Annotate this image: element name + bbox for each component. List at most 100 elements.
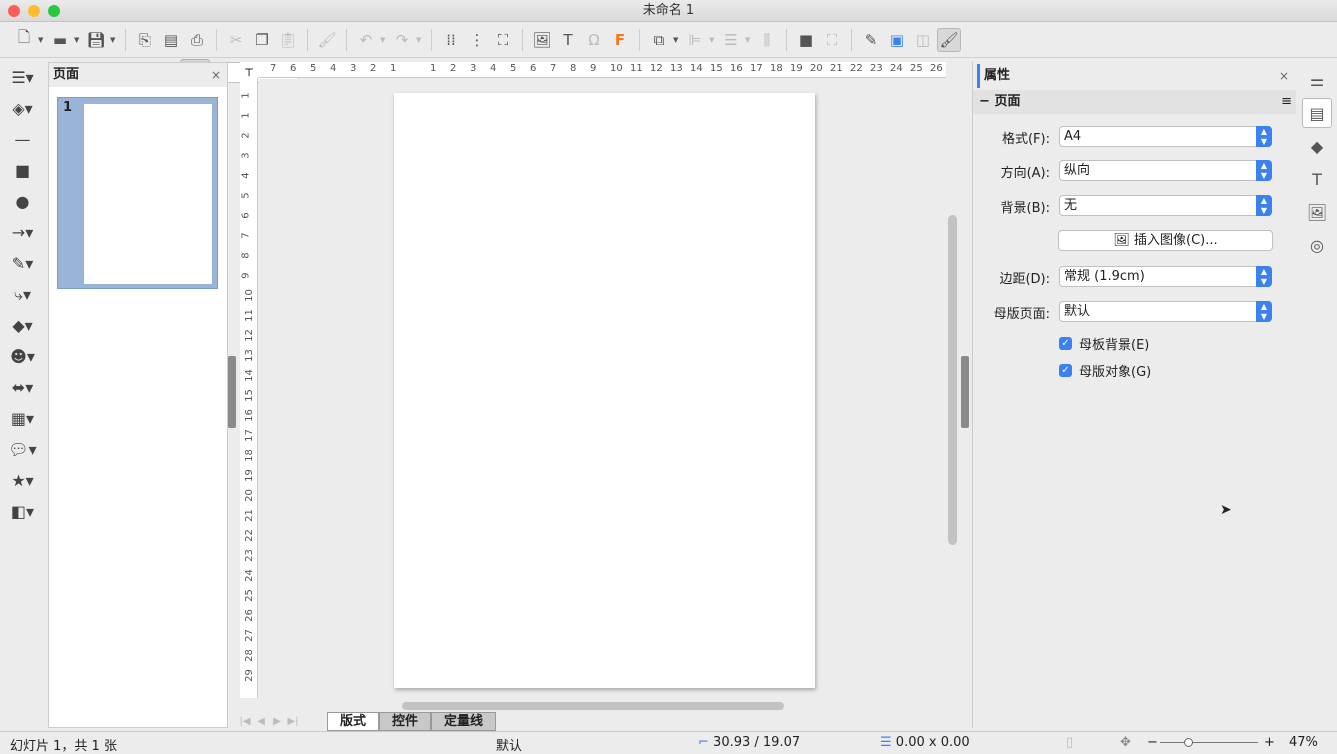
horizontal-ruler[interactable]: 7 6 5 4 3 2 1 1 2 3 4 5 6 7 8 9 10 11 12 13 14 15 16 17 18 19 20 21…	[258, 62, 946, 78]
close-sidebar-button[interactable]: ×	[1279, 64, 1289, 88]
minimize-window-button[interactable]	[28, 5, 40, 17]
first-tab-button[interactable]: |◀	[237, 716, 253, 727]
zoom-out-button[interactable]: −	[1147, 735, 1158, 750]
insert-image-icon[interactable]: 🖼︎	[530, 28, 554, 52]
margins-select[interactable]: 常规 (1.9cm) ▲ ▼	[1059, 266, 1272, 287]
properties-deck-icon[interactable]: ▤	[1302, 98, 1332, 128]
open-icon[interactable]: ▬	[48, 28, 72, 52]
vertical-ruler[interactable]: 1 1 2 3 4 5 6 7 8 9 10 11 12 13 14 15 16 17 18 19 20 21 22 23 24…	[240, 78, 258, 698]
ruler-origin[interactable]: ┬	[240, 62, 258, 78]
special-character-icon[interactable]: Ω	[582, 28, 606, 52]
drawing-page[interactable]	[394, 93, 815, 688]
print-icon[interactable]: ⎙	[185, 28, 209, 52]
master-objects-checkbox[interactable]: ✓ 母版对象(G)	[1059, 361, 1151, 380]
select-arrows-icon: ▲ ▼	[1256, 160, 1272, 181]
distribute-icon[interactable]: ⫼	[755, 28, 779, 52]
basic-shapes-icon[interactable]: ◆▾	[0, 310, 45, 341]
next-tab-button[interactable]: ▶	[269, 716, 285, 727]
align-icon[interactable]: ⊫	[683, 28, 707, 52]
select-arrows-icon: ▲ ▼	[1256, 126, 1272, 147]
line-icon[interactable]: —	[0, 124, 45, 155]
curve-icon[interactable]: ✎▾	[0, 248, 45, 279]
prev-tab-button[interactable]: ◀	[253, 716, 269, 727]
crop-icon[interactable]: ⛶	[820, 28, 844, 52]
close-pages-panel-button[interactable]: ×	[211, 63, 221, 87]
new-document-icon[interactable]: 🗋	[12, 28, 36, 52]
fit-slide-icon[interactable]: ✥	[1120, 735, 1131, 750]
grid-icon[interactable]: ⁞⁞	[439, 28, 463, 52]
tab-dimension-lines[interactable]: 定量线	[431, 711, 497, 731]
section-menu-icon[interactable]: ≡	[1281, 90, 1292, 114]
vertical-scrollbar[interactable]	[948, 215, 957, 545]
settings-sliders-icon[interactable]: ⚌	[1302, 65, 1332, 95]
line-color-icon[interactable]: ☰▾	[0, 62, 45, 93]
ruler-tick-label: 6	[240, 212, 252, 219]
sidebar-collapse-handle[interactable]	[961, 356, 969, 428]
import-icon[interactable]: ⎘	[133, 28, 157, 52]
zoom-percentage[interactable]: 47%	[1289, 735, 1318, 750]
last-tab-button[interactable]: ▶|	[285, 716, 301, 727]
shapes-deck-icon[interactable]: ◆	[1302, 131, 1332, 161]
zoom-slider-knob[interactable]	[1184, 738, 1194, 747]
3d-objects-icon[interactable]: ◧▾	[0, 496, 45, 527]
master-page-select[interactable]: 默认 ▲ ▼	[1059, 301, 1272, 322]
orientation-select[interactable]: 纵向 ▲ ▼	[1059, 160, 1272, 181]
master-background-checkbox[interactable]: ✓ 母板背景(E)	[1059, 334, 1149, 353]
page-section-header[interactable]: − 页面 ≡	[973, 90, 1296, 114]
helplines-icon[interactable]: ⋮	[465, 28, 489, 52]
save-dropdown[interactable]: ▼	[110, 36, 118, 44]
ruler-tick-label: 7	[240, 232, 252, 239]
collapse-icon[interactable]: −	[979, 94, 990, 109]
ruler-tick-label: 5	[310, 63, 317, 74]
format-select[interactable]: A4 ▲ ▼	[1059, 126, 1272, 147]
fontwork-icon[interactable]: F	[608, 28, 632, 52]
styles-deck-icon[interactable]: T	[1302, 164, 1332, 194]
gallery-deck-icon[interactable]: 🖼︎	[1302, 197, 1332, 227]
zoom-page-icon[interactable]: ⛶	[491, 28, 515, 52]
redo-icon[interactable]: ↷	[390, 28, 414, 52]
extrusion-icon[interactable]: ◫	[911, 28, 935, 52]
arrow-line-icon[interactable]: →▾	[0, 217, 45, 248]
horizontal-scrollbar[interactable]	[402, 702, 784, 710]
open-dropdown[interactable]: ▼	[74, 36, 82, 44]
callouts-icon[interactable]: 💬︎▾	[0, 434, 45, 465]
tab-layout[interactable]: 版式	[327, 711, 380, 731]
document-modified-icon[interactable]: ▯	[1066, 735, 1073, 750]
fill-color-icon[interactable]: ◈▾	[0, 93, 45, 124]
save-icon[interactable]: 💾︎	[84, 28, 108, 52]
ruler-tick-label: 7	[550, 63, 557, 74]
shadow-icon[interactable]: ■	[794, 28, 818, 52]
left-panel-collapse-handle[interactable]	[228, 356, 236, 428]
maximize-window-button[interactable]	[48, 5, 60, 17]
insert-image-button[interactable]: 🖼︎ 插入图像(C)...	[1058, 230, 1273, 251]
zoom-in-button[interactable]: +	[1264, 735, 1275, 750]
ruler-tick-label: 21	[243, 509, 255, 522]
paste-icon[interactable]: 📋︎	[276, 28, 300, 52]
ruler-tick-label: 22	[243, 529, 255, 542]
cut-icon[interactable]: ✂	[224, 28, 248, 52]
undo-icon[interactable]: ↶	[354, 28, 378, 52]
export-pdf-icon[interactable]: ▤	[159, 28, 183, 52]
page-thumbnail[interactable]: 1	[57, 97, 218, 289]
ellipse-icon[interactable]: ●	[0, 186, 45, 217]
rectangle-icon[interactable]: ■	[0, 155, 45, 186]
zoom-slider[interactable]	[1160, 738, 1258, 747]
draw-functions-icon[interactable]: 🖌︎	[937, 27, 961, 52]
copy-icon[interactable]: ❐	[250, 28, 274, 52]
point-edit-icon[interactable]: ▣	[885, 28, 909, 52]
arrange-icon[interactable]: ☰	[719, 28, 743, 52]
insert-textbox-icon[interactable]: T	[556, 28, 580, 52]
new-dropdown[interactable]: ▼	[38, 36, 46, 44]
transformations-icon[interactable]: ⧉	[647, 28, 671, 52]
clone-formatting-icon[interactable]: 🖌︎	[315, 28, 339, 52]
connector-icon[interactable]: ⤷▾	[0, 279, 45, 310]
tab-controls[interactable]: 控件	[379, 711, 432, 731]
filter-icon[interactable]: ✎	[859, 28, 883, 52]
stars-icon[interactable]: ★▾	[0, 465, 45, 496]
flowchart-icon[interactable]: ▦▾	[0, 403, 45, 434]
close-window-button[interactable]	[8, 5, 20, 17]
block-arrows-icon[interactable]: ⬌▾	[0, 372, 45, 403]
navigator-deck-icon[interactable]: ◎	[1302, 230, 1332, 260]
background-select[interactable]: 无 ▲ ▼	[1059, 195, 1272, 216]
symbol-shapes-icon[interactable]: ☻▾	[0, 341, 45, 372]
